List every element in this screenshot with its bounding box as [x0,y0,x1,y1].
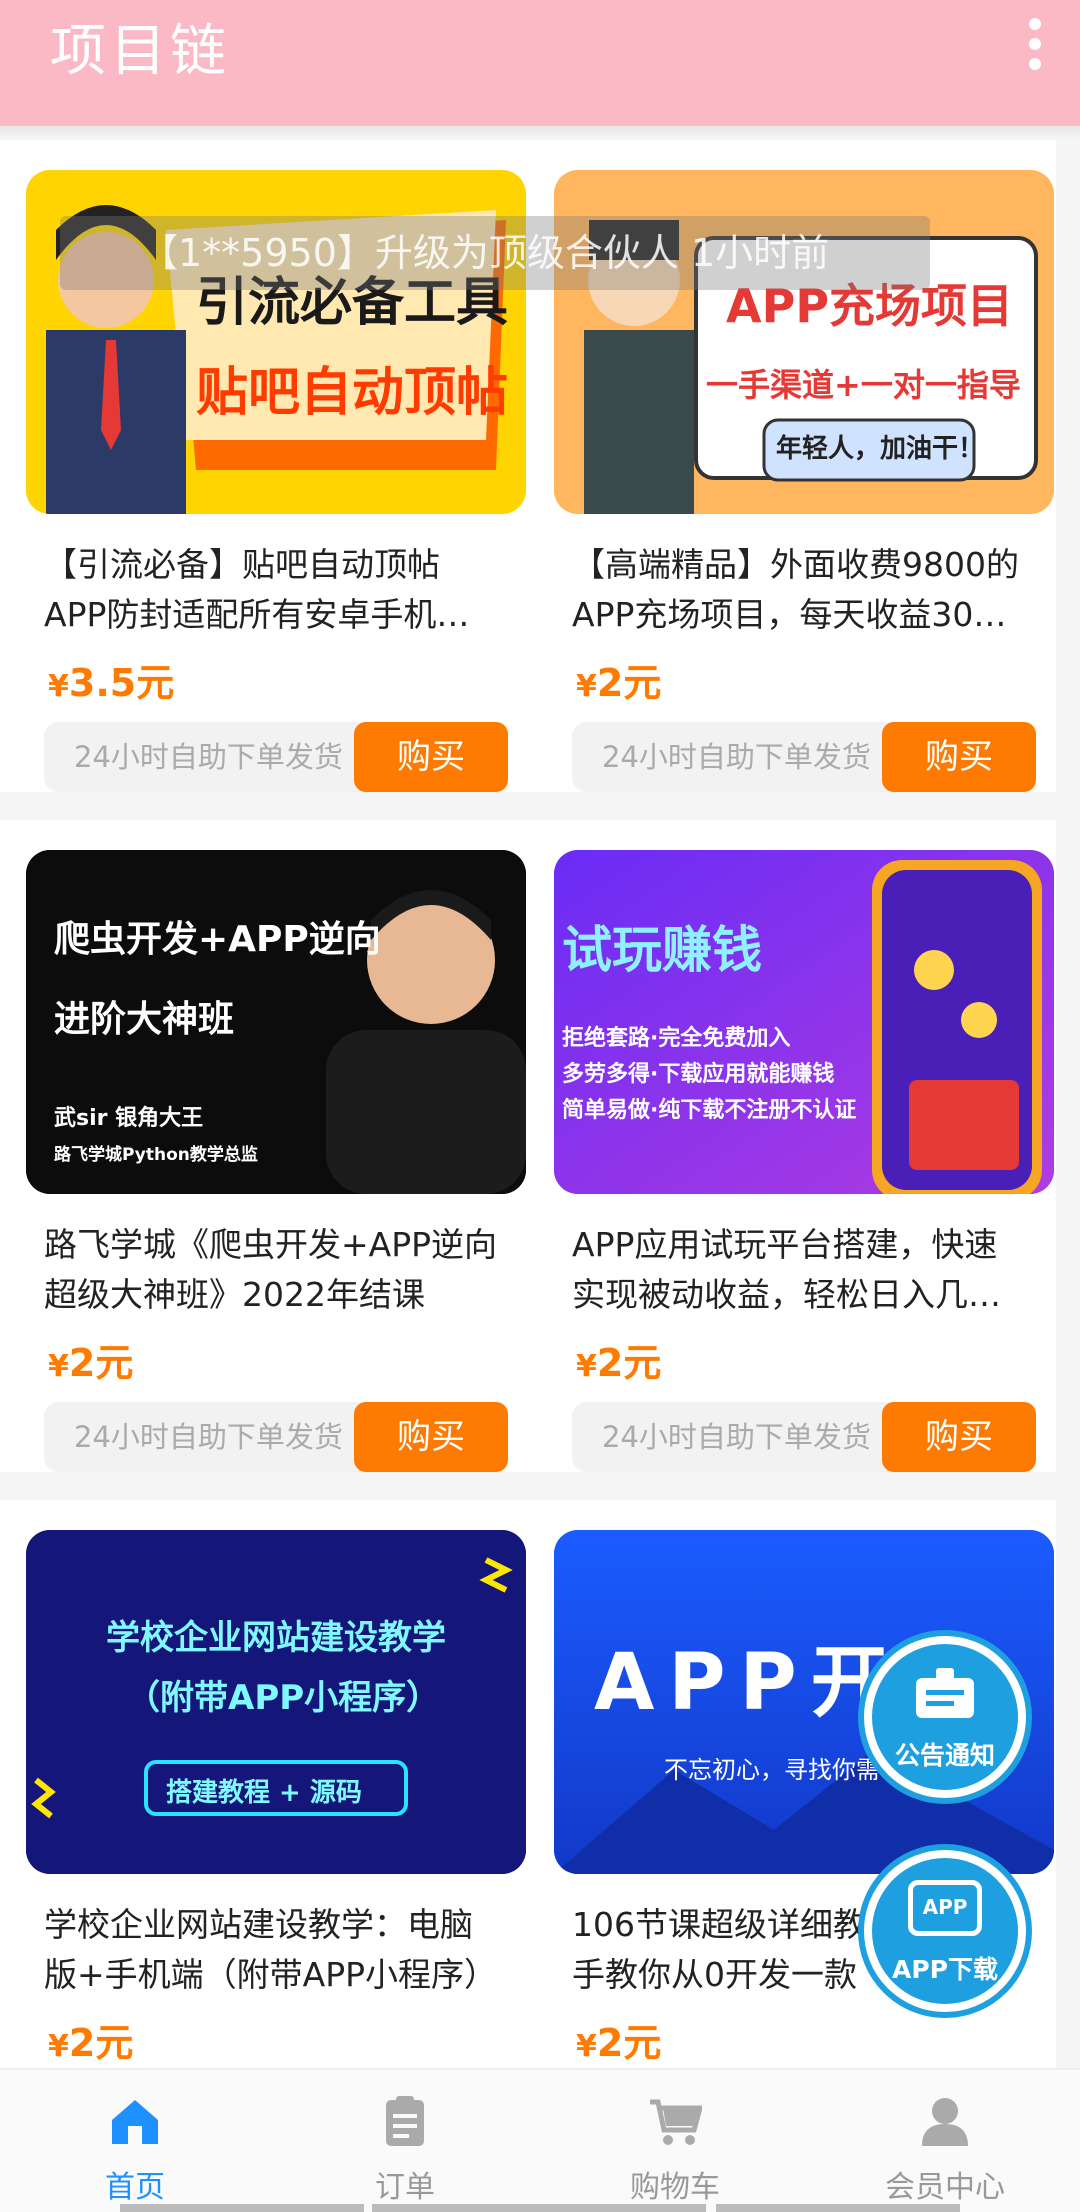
thumb-text-3: 搭建教程 + 源码 [166,1778,362,1808]
app-icon: APP [908,1880,982,1936]
app-header: 项目链 [0,0,1080,126]
product-title: 【引流必备】贴吧自动顶帖 APP防封适配所有安卓手机… [44,545,470,634]
user-icon [922,2098,968,2146]
product-title: APP应用试玩平台搭建，快速 实现被动收益，轻松日入几… [572,1225,1001,1314]
buy-button[interactable]: 购买 [882,1402,1036,1472]
clipboard-icon [386,2096,424,2146]
product-price: ¥2元 [576,2021,662,2065]
thumb-text-1: 试玩赚钱 [562,921,762,979]
buy-button[interactable]: 购买 [354,1402,508,1472]
download-label: APP下载 [892,1955,998,1984]
tab-label: 订单 [375,2170,435,2205]
gesture-bar-segment [372,2204,706,2212]
bottom-tab-bar: 首页 订单 购物车 会员中心 [0,2068,1080,2212]
product-card[interactable]: 试玩赚钱 拒绝套路·完全免费加入 多劳多得·下载应用就能赚钱 简单易做·纯下载不… [528,820,1056,1472]
product-price: ¥2元 [48,2021,134,2065]
product-price: ¥2元 [48,1341,134,1385]
thumb-text-2: （附带APP小程序） [126,1678,441,1718]
product-title: 学校企业网站建设教学：电脑 版+手机端（附带APP小程序） [44,1905,498,1994]
app-title: 项目链 [50,19,230,84]
tab-home[interactable]: 首页 [0,2070,270,2212]
app-download-fab[interactable]: APP APP下载 [864,1850,1026,2012]
product-card[interactable]: 爬虫开发+APP逆向 进阶大神班 武sir 银角大王 路飞学城Python教学总… [0,820,528,1472]
tab-label: 购物车 [630,2170,720,2205]
product-image: 试玩赚钱 拒绝套路·完全免费加入 多劳多得·下载应用就能赚钱 简单易做·纯下载不… [554,850,1054,1194]
product-image: 爬虫开发+APP逆向 进阶大神班 武sir 银角大王 路飞学城Python教学总… [26,850,526,1194]
product-card[interactable]: 学校企业网站建设教学 （附带APP小程序） 搭建教程 + 源码 学校企业网站建设… [0,1500,528,2068]
thumb-text-2: 贴吧自动顶帖 [196,363,509,423]
thumb-text-1: 学校企业网站建设教学 [106,1618,446,1658]
header-divider [0,126,1080,140]
thumb-text-4: 路飞学城Python教学总监 [54,1145,258,1165]
activity-ticker: 【1**5950】升级为顶级合伙人 1小时前 [60,216,930,290]
tab-label: 会员中心 [885,2170,1005,2205]
product-price: ¥3.5元 [48,661,175,705]
thumb-text-3: 武sir 银角大王 [54,1106,204,1131]
product-title: 【高端精品】外面收费9800的 APP充场项目，每天收益30… [572,545,1019,634]
thumb-text-1: 爬虫开发+APP逆向 [54,919,381,960]
thumb-text-2: 一手渠道+一对一指导 [706,366,1021,404]
gesture-bar-segment [716,2204,960,2212]
notice-fab[interactable]: 公告通知 [864,1636,1026,1798]
tab-label: 首页 [105,2170,165,2205]
product-title: 路飞学城《爬虫开发+APP逆向 超级大神班》2022年结课 [44,1225,498,1314]
tab-cart[interactable]: 购物车 [540,2070,810,2212]
thumb-text-2: 进阶大神班 [54,999,235,1040]
buy-button[interactable]: 购买 [354,722,508,792]
tab-member-center[interactable]: 会员中心 [810,2070,1080,2212]
thumb-text-3: 多劳多得·下载应用就能赚钱 [562,1062,835,1087]
cart-icon [650,2099,702,2145]
notice-icon [916,1668,974,1718]
product-price: ¥2元 [576,1341,662,1385]
more-menu-icon[interactable] [1020,18,1050,72]
thumb-text-3: 年轻人，加油干！ [776,434,985,464]
thumb-text-2: 拒绝套路·完全免费加入 [562,1026,791,1051]
tab-orders[interactable]: 订单 [270,2070,540,2212]
home-icon [112,2100,158,2144]
buy-button[interactable]: 购买 [882,722,1036,792]
thumb-text-2: 不忘初心，寻找你需 [664,1756,880,1784]
thumb-text-4: 简单易做·纯下载不注册不认证 [562,1098,857,1123]
notice-label: 公告通知 [894,1741,995,1770]
product-price: ¥2元 [576,661,662,705]
product-image: 学校企业网站建设教学 （附带APP小程序） 搭建教程 + 源码 [26,1530,526,1874]
gesture-bar-segment [120,2204,364,2212]
